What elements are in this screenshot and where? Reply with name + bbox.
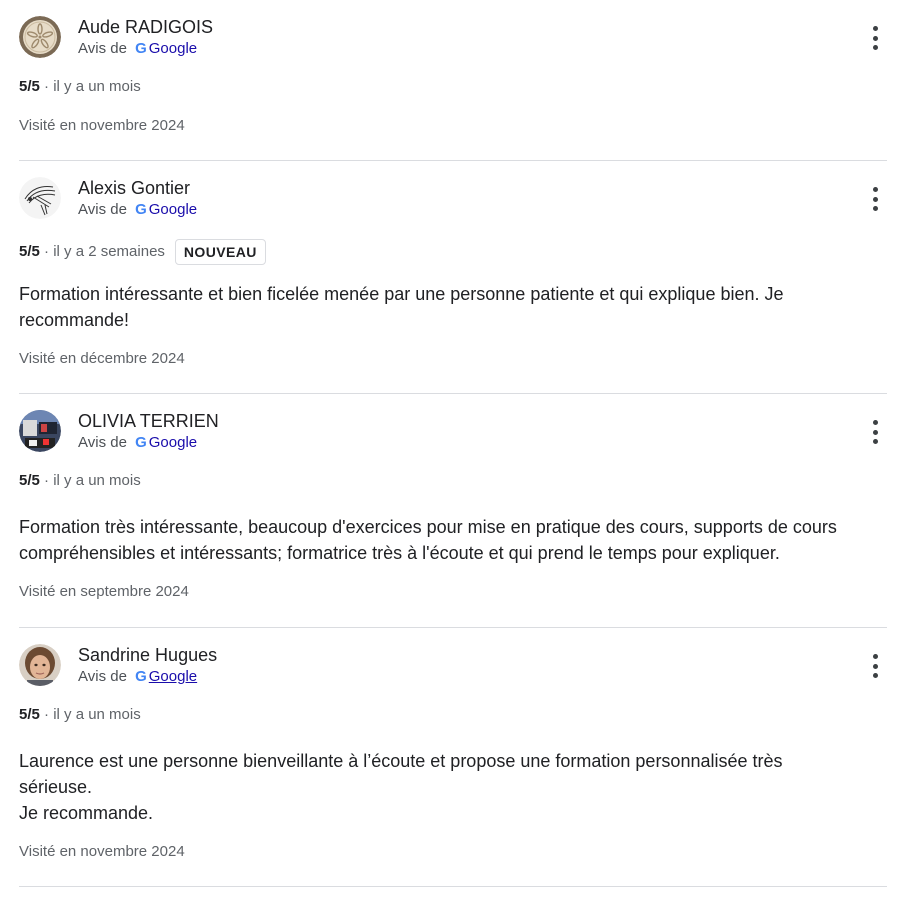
source-prefix: Avis de bbox=[78, 434, 127, 451]
review-meta: 5/5 · il y a un mois bbox=[19, 472, 141, 490]
review-source: Avis de G Google bbox=[78, 434, 197, 452]
visit-date: Visité en novembre 2024 bbox=[19, 843, 185, 860]
source-prefix: Avis de bbox=[78, 40, 127, 57]
review-meta: 5/5 · il y a un mois bbox=[19, 78, 141, 96]
review-card: Aude RADIGOIS Avis de G Google 5/5 · il y… bbox=[19, 0, 887, 161]
review-time: · il y a un mois bbox=[39, 706, 141, 723]
review-source: Avis de G Google bbox=[78, 201, 197, 219]
more-vert-icon bbox=[872, 420, 878, 425]
review-source: Avis de G Google bbox=[78, 668, 197, 686]
review-header: Sandrine Hugues Avis de G Google bbox=[19, 644, 887, 688]
more-options-button[interactable] bbox=[871, 187, 879, 211]
review-card: Sandrine Hugues Avis de G Google 5/5 · il… bbox=[19, 628, 887, 887]
rating-score: 5/5 bbox=[19, 706, 40, 723]
reviews-list: Aude RADIGOIS Avis de G Google 5/5 · il y… bbox=[0, 0, 911, 887]
review-meta: 5/5 · il y a 2 semaines NOUVEAU bbox=[19, 239, 266, 265]
reviewer-name[interactable]: Aude RADIGOIS bbox=[78, 16, 213, 38]
visit-date: Visité en décembre 2024 bbox=[19, 350, 185, 367]
avatar[interactable] bbox=[19, 177, 61, 219]
review-time: · il y a un mois bbox=[39, 78, 141, 95]
more-vert-icon bbox=[872, 26, 878, 31]
avatar[interactable] bbox=[19, 410, 61, 452]
source-prefix: Avis de bbox=[78, 201, 127, 218]
review-header: Alexis Gontier Avis de G Google bbox=[19, 177, 887, 221]
new-badge: NOUVEAU bbox=[174, 239, 266, 265]
review-text: Formation intéressante et bien ficelée m… bbox=[19, 284, 784, 330]
google-logo-icon: G bbox=[135, 201, 147, 218]
more-options-button[interactable] bbox=[871, 420, 879, 444]
rating-score: 5/5 bbox=[19, 78, 40, 95]
sand-dollar-avatar-icon bbox=[19, 16, 61, 58]
more-vert-icon bbox=[872, 654, 878, 659]
review-text: Laurence est une personne bienveillante … bbox=[19, 751, 783, 823]
review-text: Formation très intéressante, beaucoup d'… bbox=[19, 517, 837, 563]
photo-avatar-icon bbox=[19, 410, 61, 452]
review-header: Aude RADIGOIS Avis de G Google bbox=[19, 16, 887, 60]
google-link[interactable]: Google bbox=[149, 668, 197, 685]
review-card: OLIVIA TERRIEN Avis de G Google 5/5 · il … bbox=[19, 394, 887, 628]
reviewer-name[interactable]: Alexis Gontier bbox=[78, 177, 190, 199]
reviewer-name[interactable]: Sandrine Hugues bbox=[78, 644, 217, 666]
google-logo-icon: G bbox=[135, 434, 147, 451]
portrait-avatar-icon bbox=[19, 644, 61, 686]
google-logo-icon: G bbox=[135, 668, 147, 685]
review-time: · il y a un mois bbox=[39, 472, 141, 489]
review-time: · il y a 2 semaines bbox=[39, 243, 165, 260]
source-prefix: Avis de bbox=[78, 668, 127, 685]
review-source: Avis de G Google bbox=[78, 40, 197, 58]
visit-date: Visité en novembre 2024 bbox=[19, 117, 185, 134]
rating-score: 5/5 bbox=[19, 243, 40, 260]
bird-sketch-avatar-icon bbox=[19, 177, 61, 219]
rating-score: 5/5 bbox=[19, 472, 40, 489]
more-options-button[interactable] bbox=[871, 654, 879, 678]
review-header: OLIVIA TERRIEN Avis de G Google bbox=[19, 410, 887, 454]
review-meta: 5/5 · il y a un mois bbox=[19, 706, 141, 724]
google-link[interactable]: Google bbox=[149, 201, 197, 218]
review-card: Alexis Gontier Avis de G Google 5/5 · il … bbox=[19, 161, 887, 394]
google-link[interactable]: Google bbox=[149, 434, 197, 451]
more-options-button[interactable] bbox=[871, 26, 879, 50]
google-logo-icon: G bbox=[135, 40, 147, 57]
avatar[interactable] bbox=[19, 644, 61, 686]
reviewer-name[interactable]: OLIVIA TERRIEN bbox=[78, 410, 219, 432]
avatar[interactable] bbox=[19, 16, 61, 58]
google-link[interactable]: Google bbox=[149, 40, 197, 57]
more-vert-icon bbox=[872, 187, 878, 192]
visit-date: Visité en septembre 2024 bbox=[19, 583, 189, 600]
